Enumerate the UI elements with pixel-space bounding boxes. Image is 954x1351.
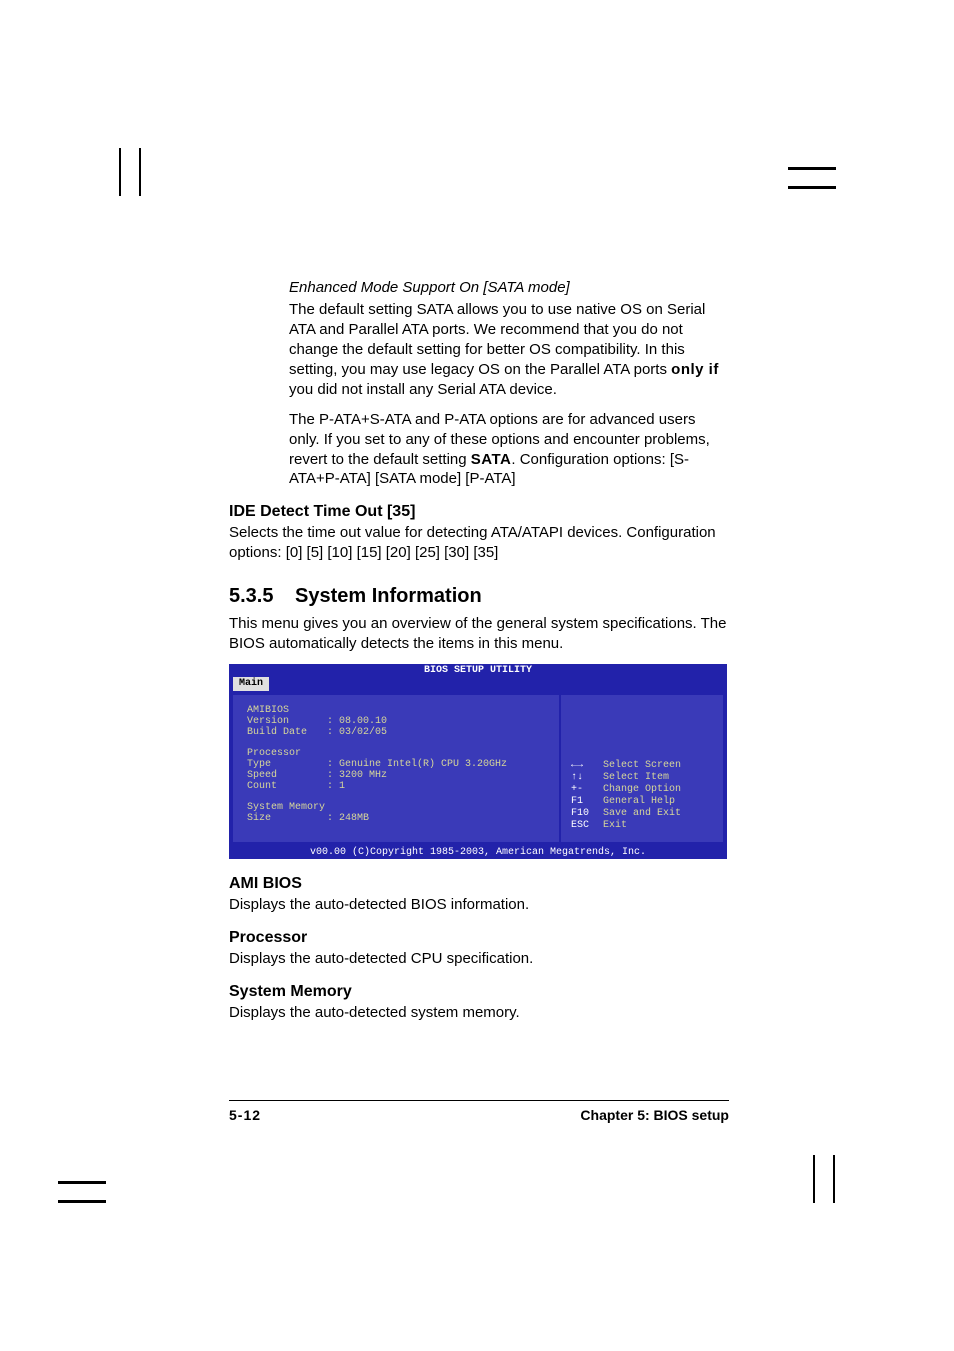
value: : 3200 MHz (327, 770, 387, 781)
footer-row: 5-12 Chapter 5: BIOS setup (229, 1107, 729, 1123)
help-text: General Help (603, 796, 675, 808)
key: F1 (571, 796, 603, 808)
value: : 248MB (327, 813, 369, 824)
enhanced-mode-para2: The P-ATA+S-ATA and P-ATA options are fo… (289, 410, 729, 490)
bios-help: ←→Select Screen ↑↓Select Item +-Change O… (571, 760, 681, 832)
bios-tabbar: Main (229, 677, 727, 691)
help-text: Exit (603, 820, 627, 832)
bios-right-pane: ←→Select Screen ↑↓Select Item +-Change O… (561, 695, 723, 842)
chapter-label: Chapter 5: BIOS setup (580, 1107, 729, 1123)
ami-bios-para: Displays the auto-detected BIOS informat… (229, 895, 729, 915)
enhanced-mode-heading: Enhanced Mode Support On [SATA mode] (289, 278, 729, 298)
crop-mark (813, 1155, 815, 1203)
crop-mark (139, 148, 141, 196)
bios-ami-label: AMIBIOS (247, 705, 549, 716)
ami-bios-heading: AMI BIOS (229, 875, 729, 893)
text: you did not install any Serial ATA devic… (289, 381, 557, 398)
processor-heading: Processor (229, 929, 729, 947)
help-text: Select Item (603, 772, 669, 784)
key: ←→ (571, 760, 603, 772)
key: +- (571, 784, 603, 796)
page: Enhanced Mode Support On [SATA mode] The… (0, 0, 954, 1351)
crop-mark (788, 186, 836, 189)
label: Count (247, 781, 327, 792)
label: Build Date (247, 727, 327, 738)
bios-kv: Speed: 3200 MHz (247, 770, 549, 781)
key: ESC (571, 820, 603, 832)
key: F10 (571, 808, 603, 820)
bios-title: BIOS SETUP UTILITY (229, 664, 727, 677)
bios-memory-label: System Memory (247, 802, 549, 813)
section-number: 5.3.5 (229, 585, 295, 608)
memory-para: Displays the auto-detected system memory… (229, 1003, 729, 1023)
crop-mark (788, 167, 836, 170)
bios-footer: v00.00 (C)Copyright 1985-2003, American … (229, 846, 727, 859)
sysinfo-intro: This menu gives you an overview of the g… (229, 614, 729, 654)
key: ↑↓ (571, 772, 603, 784)
value: : 1 (327, 781, 345, 792)
text-bold: SATA (471, 451, 512, 468)
bios-kv: Count: 1 (247, 781, 549, 792)
page-number: 5-12 (229, 1107, 261, 1123)
label: Speed (247, 770, 327, 781)
text: The default setting SATA allows you to u… (289, 301, 705, 378)
processor-para: Displays the auto-detected CPU specifica… (229, 949, 729, 969)
memory-heading: System Memory (229, 983, 729, 1001)
label: Size (247, 813, 327, 824)
bios-kv: Type: Genuine Intel(R) CPU 3.20GHz (247, 759, 549, 770)
bios-processor-label: Processor (247, 748, 549, 759)
crop-mark (833, 1155, 835, 1203)
bios-screenshot: BIOS SETUP UTILITY Main AMIBIOS Version:… (229, 664, 727, 859)
text-bold: only if (671, 361, 719, 378)
ide-para: Selects the time out value for detecting… (229, 523, 729, 563)
enhanced-mode-para1: The default setting SATA allows you to u… (289, 300, 729, 400)
content-area: Enhanced Mode Support On [SATA mode] The… (229, 278, 729, 1033)
footer-rule (229, 1100, 729, 1101)
section-title: System Information (295, 585, 482, 607)
section-heading: 5.3.5System Information (229, 585, 729, 608)
value: : 03/02/05 (327, 727, 387, 738)
crop-mark (58, 1200, 106, 1203)
enhanced-mode-block: Enhanced Mode Support On [SATA mode] The… (289, 278, 729, 489)
bios-tab-main: Main (233, 677, 269, 691)
bios-kv: Build Date: 03/02/05 (247, 727, 549, 738)
help-text: Select Screen (603, 760, 681, 772)
bios-kv: Size: 248MB (247, 813, 549, 824)
page-footer: 5-12 Chapter 5: BIOS setup (229, 1100, 729, 1123)
label: Version (247, 716, 327, 727)
value: : 08.00.10 (327, 716, 387, 727)
crop-mark (119, 148, 121, 196)
bios-body: AMIBIOS Version: 08.00.10 Build Date: 03… (229, 691, 727, 846)
help-text: Change Option (603, 784, 681, 796)
bios-left-pane: AMIBIOS Version: 08.00.10 Build Date: 03… (233, 695, 559, 842)
ide-heading: IDE Detect Time Out [35] (229, 503, 729, 521)
label: Type (247, 759, 327, 770)
value: : Genuine Intel(R) CPU 3.20GHz (327, 759, 507, 770)
bios-kv: Version: 08.00.10 (247, 716, 549, 727)
help-text: Save and Exit (603, 808, 681, 820)
crop-mark (58, 1181, 106, 1184)
